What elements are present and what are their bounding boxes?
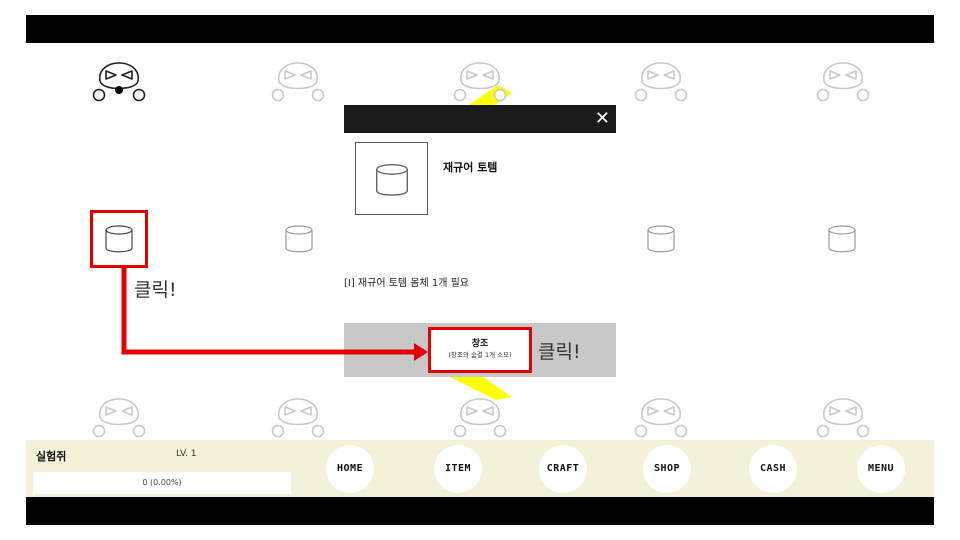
mascot-icon[interactable]: [453, 51, 507, 103]
totem-body-icon: [372, 160, 412, 200]
exp-bar: 0 (0.00%): [33, 472, 291, 494]
mascot-icon[interactable]: [816, 51, 870, 103]
craft-button-label: 창조: [471, 339, 489, 349]
mascot-icon[interactable]: [271, 51, 325, 103]
craft-button[interactable]: 창조 (창조의 숨결 1개 소모): [428, 327, 532, 373]
click-hint-label: 클릭!: [538, 341, 581, 363]
totem-body-icon[interactable]: [825, 222, 859, 256]
game-screen: 클릭! ✕ 재규어 토템 [I] 재규어 토템 몸체 1개 필요 창조 (창조의…: [26, 15, 934, 525]
item-preview-box: [355, 142, 428, 215]
mascot-icon[interactable]: [92, 51, 146, 103]
nav-shop-button[interactable]: SHOP: [643, 445, 691, 493]
craft-cost-label: (창조의 숨결 1개 소모): [448, 351, 512, 359]
nav-home-button[interactable]: HOME: [326, 445, 374, 493]
bottom-letterbox: [26, 497, 934, 525]
craft-action-area: 창조 (창조의 숨결 1개 소모) 클릭!: [344, 323, 616, 377]
nav-cash-button[interactable]: CASH: [749, 445, 797, 493]
status-panel: 실험쥐 LV. 1 0 (0.00%) HOME ITEM CRAFT SHOP…: [26, 440, 934, 497]
click-hint-label: 클릭!: [134, 279, 177, 301]
mascot-icon[interactable]: [271, 387, 325, 439]
craft-dialog: ✕ 재규어 토템 [I] 재규어 토템 몸체 1개 필요 창조 (창조의 숨결 …: [344, 105, 616, 377]
nav-craft-button[interactable]: CRAFT: [539, 445, 587, 493]
tutorial-highlight-totem: [90, 210, 148, 268]
dialog-header: ✕: [344, 105, 616, 133]
nav-menu-button[interactable]: MENU: [857, 445, 905, 493]
close-icon[interactable]: ✕: [595, 107, 610, 131]
totem-body-icon[interactable]: [282, 222, 316, 256]
exp-value: 0 (0.00%): [142, 478, 182, 487]
mascot-icon[interactable]: [92, 387, 146, 439]
top-letterbox: [26, 15, 934, 43]
nav-item-button[interactable]: ITEM: [434, 445, 482, 493]
player-level: LV. 1: [176, 449, 197, 459]
mascot-icon[interactable]: [453, 387, 507, 439]
mascot-icon[interactable]: [816, 387, 870, 439]
player-name: 실험쥐: [36, 450, 67, 463]
totem-body-icon[interactable]: [644, 222, 678, 256]
item-name: 재규어 토템: [443, 161, 498, 174]
mascot-icon[interactable]: [634, 387, 688, 439]
mascot-icon[interactable]: [634, 51, 688, 103]
craft-requirement: [I] 재규어 토템 몸체 1개 필요: [344, 278, 470, 289]
